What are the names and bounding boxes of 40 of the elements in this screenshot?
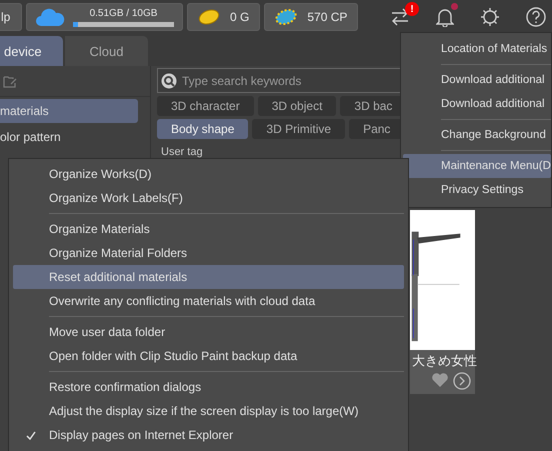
tab[interactable]: Cloud bbox=[65, 36, 148, 66]
coins-button[interactable]: 0 G bbox=[187, 3, 260, 31]
menu-item[interactable]: Overwrite any conflicting materials with cloud data bbox=[13, 289, 404, 313]
sidebar-item[interactable]: materials bbox=[0, 99, 138, 123]
tag-chip[interactable]: 3D character bbox=[157, 96, 254, 116]
material-card[interactable]: 大きめ女性 bbox=[410, 210, 475, 394]
tag-chip[interactable]: Body shape bbox=[157, 119, 248, 139]
menu-item[interactable]: Move user data folder bbox=[13, 320, 404, 344]
user-tag-label: User tag bbox=[160, 146, 204, 158]
storage-text: 0.51GB / 10GB bbox=[90, 8, 158, 18]
cloud-icon bbox=[35, 7, 65, 27]
menu-item[interactable]: Adjust the display size if the screen display is too large(W) bbox=[13, 399, 404, 423]
alert-badge: ! bbox=[405, 2, 419, 16]
material-caption: 大きめ女性 bbox=[411, 352, 475, 370]
menu-item[interactable]: Organize Material Folders bbox=[13, 241, 404, 265]
menu-item[interactable]: Organize Work Labels(F) bbox=[13, 186, 404, 210]
menu-item[interactable]: Location of Materials bbox=[403, 37, 551, 61]
menu-item[interactable]: Maintenance Menu(D bbox=[403, 154, 551, 178]
point-coin-icon bbox=[275, 9, 298, 25]
help-icon[interactable] bbox=[526, 7, 546, 27]
menu-item[interactable]: Open folder with Clip Studio Paint backup data bbox=[13, 344, 404, 368]
tab[interactable]: device bbox=[0, 36, 63, 66]
settings-icon[interactable] bbox=[480, 7, 500, 27]
coin-icon bbox=[198, 9, 220, 25]
heart-icon[interactable] bbox=[431, 372, 449, 388]
menu-item[interactable]: Restore confirmation dialogs bbox=[13, 375, 404, 399]
menu-item[interactable]: Organize Materials bbox=[13, 217, 404, 241]
help-button[interactable]: lp bbox=[0, 3, 22, 31]
bell-icon[interactable] bbox=[436, 7, 454, 27]
sync-icon[interactable] bbox=[390, 8, 410, 26]
tag-chip[interactable]: 3D object bbox=[258, 96, 336, 116]
sidebar-item[interactable]: olor pattern bbox=[0, 125, 138, 149]
menu-item[interactable]: Organize Works(D) bbox=[13, 162, 404, 186]
points-button[interactable]: 570 CP bbox=[264, 3, 358, 31]
chevron-circle-icon[interactable] bbox=[453, 372, 471, 390]
menu-item[interactable]: Download additional bbox=[403, 68, 551, 92]
tag-chip[interactable]: 3D Primitive bbox=[252, 119, 346, 139]
menu-item[interactable]: Change Background bbox=[403, 123, 551, 147]
menu-item[interactable]: Reset additional materials bbox=[13, 265, 404, 289]
menu-item[interactable]: Display pages on Internet Explorer bbox=[13, 423, 404, 447]
